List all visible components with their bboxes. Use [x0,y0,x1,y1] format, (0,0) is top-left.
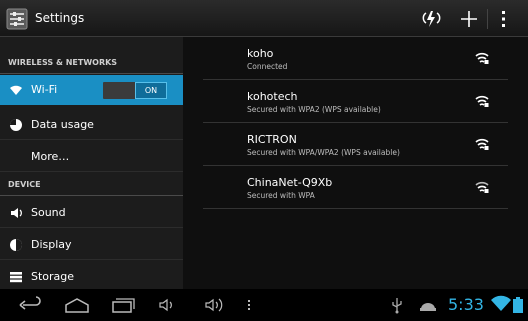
sidebar-item-storage[interactable]: Storage [0,262,183,292]
battery-icon [513,297,523,313]
settings-app-icon[interactable] [6,8,28,30]
page-title: Settings [35,11,85,25]
network-status: Connected [247,62,288,71]
network-status: Secured with WPA [247,191,315,200]
home-icon[interactable] [64,296,90,314]
usb-icon [392,298,402,314]
action-bar: Settings [0,0,528,37]
overflow-menu-icon[interactable] [492,7,516,31]
sidebar-item-label: Data usage [31,118,94,131]
speaker-icon [11,208,22,218]
volume-down-icon[interactable] [158,296,178,314]
network-ssid: kohotech [247,90,298,103]
back-icon[interactable] [18,296,44,314]
sidebar-item-label: Sound [31,206,66,219]
android-debug-icon [420,303,436,311]
sidebar-item-label: Display [31,238,72,251]
sidebar-item-wifi[interactable]: Wi-Fi ON [0,75,183,105]
list-item[interactable]: ChinaNet-Q9Xb Secured with WPA [203,166,508,209]
wifi-secured-icon [475,138,489,150]
wifi-secured-icon [475,95,489,107]
wifi-secured-icon [475,52,489,64]
sidebar-item-display[interactable]: Display [0,230,183,260]
section-header-wireless: WIRELESS & NETWORKS [0,52,183,74]
add-network-icon[interactable] [454,7,484,31]
network-status: Secured with WPA2 (WPS available) [247,105,381,114]
network-ssid: ChinaNet-Q9Xb [247,176,333,189]
network-ssid: koho [247,47,274,60]
list-item[interactable]: kohotech Secured with WPA2 (WPS availabl… [203,80,508,123]
section-header-device: DEVICE [0,174,183,196]
sidebar-item-label: Wi-Fi [31,83,58,96]
list-item[interactable]: koho Connected [203,37,508,80]
wifi-icon [10,85,22,95]
wifi-signal-icon [491,295,511,311]
network-status: Secured with WPA/WPA2 (WPS available) [247,148,400,157]
sidebar-item-more[interactable]: More… [0,142,183,172]
toggle-on-label: ON [135,82,167,99]
settings-sidebar: WIRELESS & NETWORKS Wi-Fi ON Data usage … [0,37,183,289]
nav-menu-icon[interactable] [244,296,254,314]
network-ssid: RICTRON [247,133,297,146]
wifi-network-list: koho Connected kohotech Secured with WPA… [183,37,528,289]
list-item[interactable]: RICTRON Secured with WPA/WPA2 (WPS avail… [203,123,508,166]
recent-apps-icon[interactable] [110,296,136,314]
sidebar-item-label: More… [31,150,70,163]
wifi-toggle[interactable]: ON [103,82,167,99]
actionbar-divider [487,9,488,29]
display-icon [10,239,22,251]
volume-up-icon[interactable] [204,296,226,314]
wps-push-icon[interactable] [418,7,448,31]
sidebar-item-sound[interactable]: Sound [0,198,183,228]
wifi-secured-icon [475,181,489,193]
storage-icon [10,272,22,283]
status-clock: 5:33 [448,295,484,314]
sidebar-item-label: Storage [31,270,75,283]
sidebar-item-data-usage[interactable]: Data usage [0,110,183,140]
data-usage-icon [10,119,22,131]
